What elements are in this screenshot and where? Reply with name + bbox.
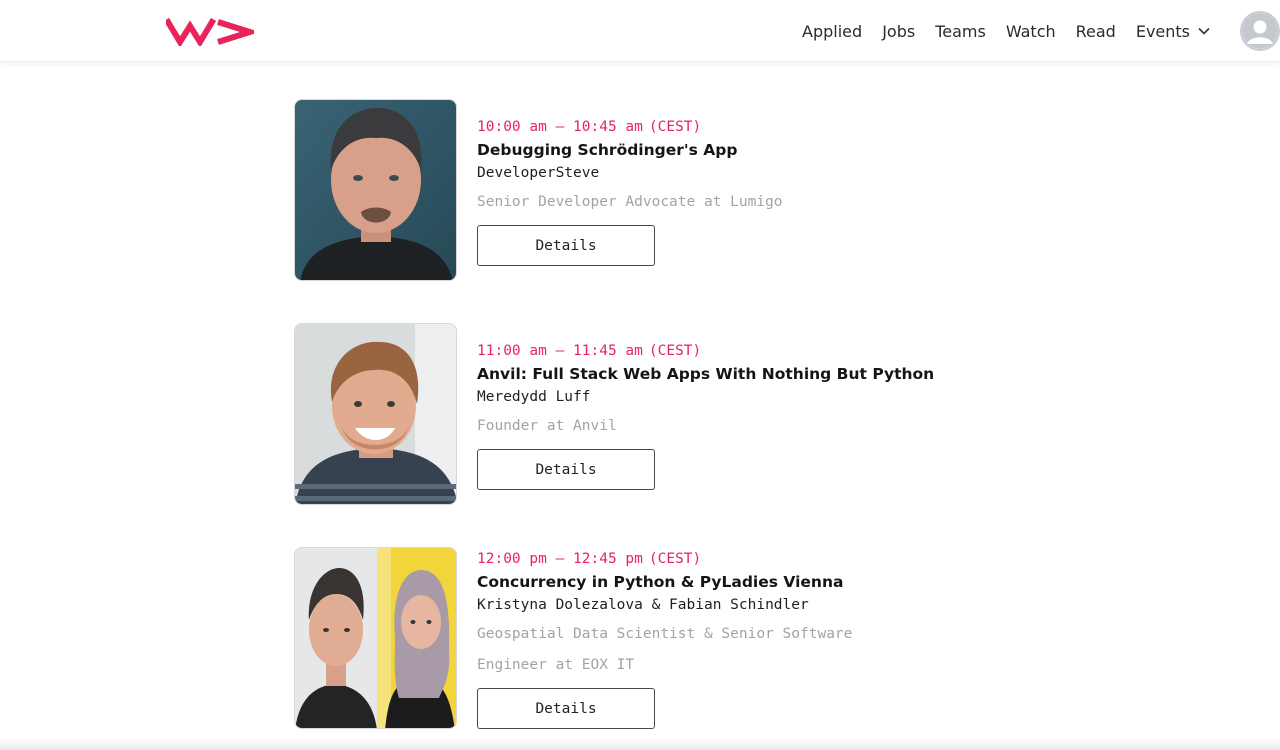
speaker-name: Kristyna Dolezalova & Fabian Schindler bbox=[477, 597, 809, 613]
user-avatar-icon[interactable] bbox=[1240, 11, 1280, 51]
details-button[interactable]: Details bbox=[477, 449, 655, 490]
time-range: 12:00 pm – 12:45 pm bbox=[477, 551, 643, 567]
chevron-down-icon bbox=[1198, 27, 1210, 35]
speaker-role: Founder at Anvil bbox=[477, 418, 617, 434]
details-button[interactable]: Details bbox=[477, 688, 655, 729]
nav-events[interactable]: Events bbox=[1136, 22, 1210, 41]
logo-icon[interactable] bbox=[166, 16, 254, 46]
talk-title[interactable]: Debugging Schrödinger's App bbox=[477, 139, 997, 161]
nav-watch[interactable]: Watch bbox=[1006, 22, 1056, 41]
speaker-name: Meredydd Luff bbox=[477, 389, 591, 405]
details-button[interactable]: Details bbox=[477, 225, 655, 266]
talk-time: 12:00 pm – 12:45 pm (CEST) bbox=[477, 547, 997, 571]
talk-info: 10:00 am – 10:45 am (CEST) Debugging Schr… bbox=[477, 99, 997, 218]
talk-title[interactable]: Anvil: Full Stack Web Apps With Nothing … bbox=[477, 363, 997, 385]
talk-info: 12:00 pm – 12:45 pm (CEST) Concurrency in… bbox=[477, 547, 997, 681]
speaker-photo bbox=[294, 547, 457, 729]
nav-applied[interactable]: Applied bbox=[802, 22, 862, 41]
nav-events-label: Events bbox=[1135, 21, 1190, 41]
timezone: (CEST) bbox=[648, 343, 702, 359]
speaker-role: Senior Developer Advocate at Lumigo bbox=[477, 194, 783, 210]
bottom-edge bbox=[0, 738, 1280, 750]
time-range: 11:00 am – 11:45 am bbox=[477, 343, 643, 359]
nav-teams[interactable]: Teams bbox=[935, 22, 986, 41]
nav-read[interactable]: Read bbox=[1076, 22, 1116, 41]
talk-info: 11:00 am – 11:45 am (CEST) Anvil: Full St… bbox=[477, 323, 997, 442]
talk-time: 10:00 am – 10:45 am (CEST) bbox=[477, 115, 997, 139]
nav-jobs[interactable]: Jobs bbox=[882, 22, 915, 41]
top-header: Applied Jobs Teams Watch Read Events bbox=[0, 0, 1280, 62]
talk-title[interactable]: Concurrency in Python & PyLadies Vienna bbox=[477, 571, 997, 593]
speaker-role: Geospatial Data Scientist & Senior Softw… bbox=[477, 626, 853, 673]
talk-time: 11:00 am – 11:45 am (CEST) bbox=[477, 339, 997, 363]
speaker-name: DeveloperSteve bbox=[477, 165, 600, 181]
timezone: (CEST) bbox=[648, 551, 702, 567]
time-range: 10:00 am – 10:45 am bbox=[477, 119, 643, 135]
speaker-photo bbox=[294, 99, 457, 281]
timezone: (CEST) bbox=[648, 119, 702, 135]
main-nav: Applied Jobs Teams Watch Read Events bbox=[802, 0, 1210, 62]
speaker-photo bbox=[294, 323, 457, 505]
